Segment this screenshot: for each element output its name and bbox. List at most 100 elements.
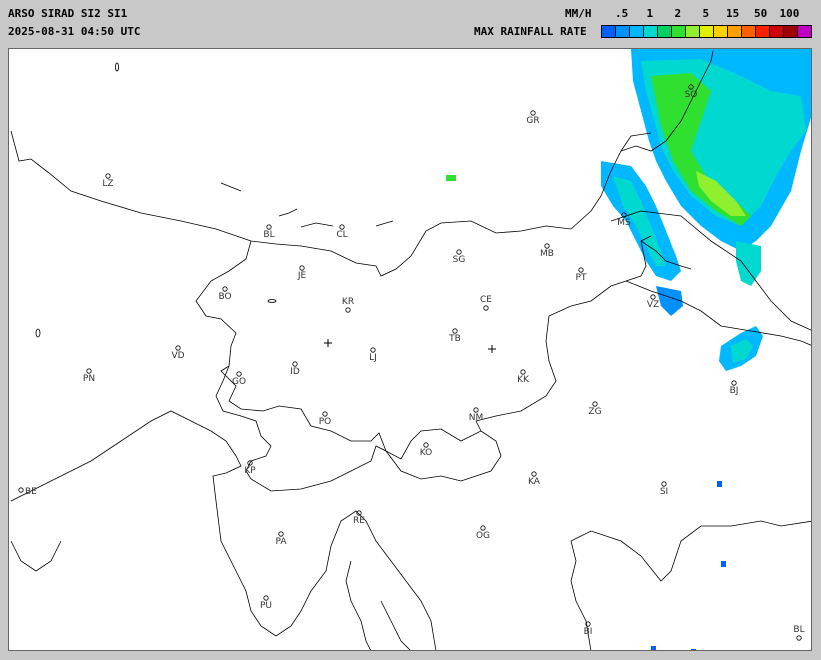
header-bar: ARSO SIRAD SI2 SI1 2025-08-31 04:50 UTC … <box>0 0 821 46</box>
station-dot <box>222 286 228 292</box>
station-marker: LZ <box>102 173 114 189</box>
station-dot <box>731 380 737 386</box>
legend-color-swatch <box>769 25 784 38</box>
legend-tick-label: 100 <box>779 7 800 20</box>
radar-sites <box>324 339 496 353</box>
station-label: LZ <box>102 179 113 189</box>
legend-color-swatch <box>727 25 742 38</box>
radar-site-marker <box>488 345 496 353</box>
lake <box>220 182 242 192</box>
lake <box>267 299 277 303</box>
legend-tick-label: 15 <box>726 7 740 20</box>
station-dot <box>370 347 376 353</box>
station-marker: BL <box>263 224 275 240</box>
lake <box>35 328 41 338</box>
station-dot <box>278 531 284 537</box>
legend-color-swatch <box>629 25 644 38</box>
legend-color-swatch <box>671 25 686 38</box>
station-marker: JE <box>297 265 306 281</box>
unit-label: MM/H <box>565 7 592 20</box>
station-marker: RE <box>353 510 365 526</box>
station-marker: GR <box>526 110 540 126</box>
station-marker: VD <box>171 345 185 361</box>
station-marker: PU <box>260 595 272 611</box>
station-marker: GO <box>232 371 246 387</box>
station-label: GO <box>232 377 246 387</box>
station-label: OG <box>476 531 490 541</box>
station-dot <box>105 173 111 179</box>
adriatic-coast <box>10 410 437 650</box>
station-label: BL <box>263 230 274 240</box>
station-label: TB <box>448 334 461 344</box>
legend-color-swatch <box>755 25 770 38</box>
legend-color-swatch <box>713 25 728 38</box>
rain-echo <box>651 646 656 650</box>
station-dot <box>236 371 242 377</box>
station-marker: SG <box>453 249 466 265</box>
station-dot <box>423 442 429 448</box>
station-label: ZG <box>588 407 601 417</box>
station-marker: NM <box>469 407 484 423</box>
station-label: RE <box>353 516 365 526</box>
station-label: PT <box>576 273 587 283</box>
station-marker: PT <box>576 267 587 283</box>
station-marker: CL <box>336 224 348 240</box>
station-marker: ZG <box>588 401 602 417</box>
station-label: PA <box>275 537 287 547</box>
station-marker: KO <box>420 442 433 458</box>
northern-border <box>10 130 652 277</box>
station-label: PN <box>83 374 95 384</box>
station-marker: BL <box>793 625 805 641</box>
station-marker: KA <box>528 471 541 487</box>
station-dot <box>661 481 667 487</box>
legend-color-swatch <box>699 25 714 38</box>
legend-color-swatch <box>657 25 672 38</box>
radar-site-marker <box>324 339 332 347</box>
station-marker: ID <box>290 361 300 377</box>
station-dot <box>456 249 462 255</box>
legend-color-swatch <box>615 25 630 38</box>
radar-map: GR SO LZ BL CL MS MB SG JE PT BO KR CE VZ TB VD LJ PN GO ID… <box>8 48 812 651</box>
station-marker: CE <box>480 295 492 311</box>
station-label: KA <box>528 477 541 487</box>
station-label: SG <box>453 255 466 265</box>
station-label: NM <box>469 413 484 423</box>
station-marker: KR <box>342 297 354 313</box>
island-coast-2 <box>380 600 411 650</box>
legend-tick-label: 5 <box>702 7 710 20</box>
station-label: LJ <box>369 353 377 363</box>
station-marker: VZ <box>647 294 659 310</box>
station-dot <box>339 224 345 230</box>
station-dot <box>322 411 328 417</box>
station-dot <box>544 243 550 249</box>
station-dot <box>578 267 584 273</box>
station-dot <box>175 345 181 351</box>
lake <box>300 222 334 228</box>
station-marker: LJ <box>369 347 377 363</box>
station-dot <box>530 110 536 116</box>
station-label: MS <box>617 218 631 228</box>
station-dot <box>266 224 272 230</box>
legend-color-swatch <box>741 25 756 38</box>
station-marker: SI <box>660 481 668 497</box>
station-label: KO <box>420 448 433 458</box>
rain-echo <box>717 481 722 487</box>
legend-tick-label: 2 <box>674 7 682 20</box>
station-marker: MB <box>540 243 554 259</box>
legend-tick-label: 50 <box>754 7 768 20</box>
legend-color-swatch <box>783 25 798 38</box>
rain-echo <box>736 241 761 286</box>
istria-coast <box>10 540 62 572</box>
legend-tick-label: .5 <box>615 7 629 20</box>
station-dot <box>483 305 489 311</box>
station-label: KR <box>342 297 354 307</box>
station-label: PU <box>260 601 272 611</box>
station-label: KK <box>517 375 530 385</box>
bosnia-border <box>570 520 811 582</box>
station-label: MB <box>540 249 554 259</box>
legend-color-swatch <box>685 25 700 38</box>
station-dot <box>796 635 802 641</box>
legend-tick-label: 1 <box>646 7 654 20</box>
rain-echo <box>446 175 456 181</box>
station-dot <box>18 487 24 493</box>
